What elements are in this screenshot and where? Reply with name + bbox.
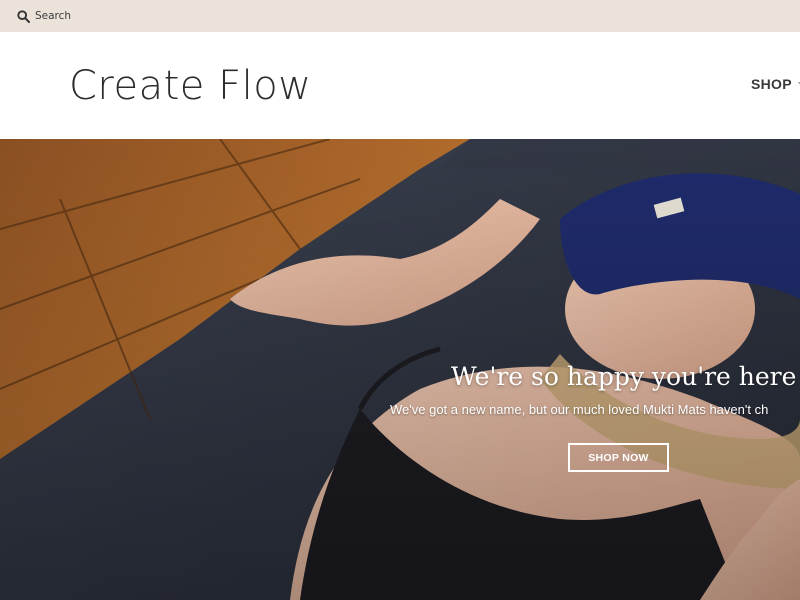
top-search-bar: Search: [0, 0, 800, 32]
search-icon: [17, 9, 30, 23]
hero-subtitle: We've got a new name, but our much loved…: [390, 402, 769, 417]
nav-item-shop-label: SHOP: [751, 76, 792, 92]
site-logo[interactable]: Create Flow: [69, 62, 311, 110]
shop-now-button[interactable]: SHOP NOW: [568, 443, 669, 472]
hero-title: We're so happy you're here: [451, 362, 797, 391]
hero-banner: We're so happy you're here We've got a n…: [0, 139, 800, 600]
nav-item-shop[interactable]: SHOP: [751, 76, 800, 92]
search-button[interactable]: Search: [17, 7, 71, 25]
site-header: Create Flow SHOP: [0, 32, 800, 139]
search-label: Search: [35, 10, 72, 22]
